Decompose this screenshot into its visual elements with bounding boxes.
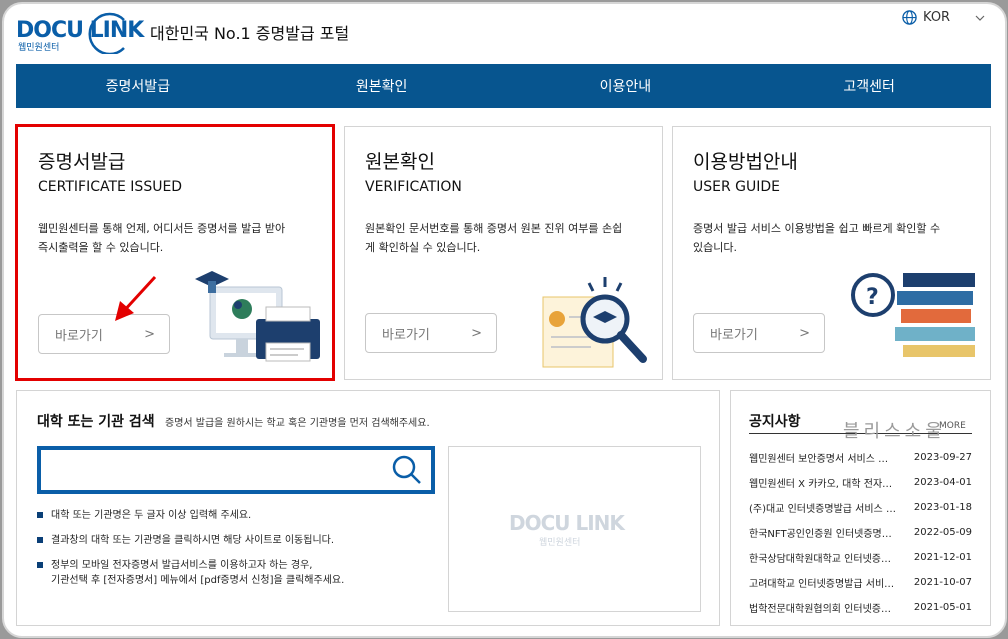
nav-verification[interactable]: 원본확인 [260,64,504,108]
search-box [37,446,435,494]
notice-item[interactable]: 웹민원센터 X 카카오, 대학 전자… 2023-04-01 [749,470,972,495]
goto-label: 바로가기 [710,327,758,343]
notice-item-date: 2023-01-18 [913,502,972,513]
notice-list: 웹민원센터 보안증명서 서비스 … 2023-09-27 웹민원센터 X 카카오,… [749,445,972,620]
bullet-text: 대학 또는 기관명은 두 글자 이상 입력해 주세요. [51,510,252,521]
computer-printer-illustration-icon [195,271,320,362]
search-icon[interactable] [391,454,423,486]
language-selector[interactable]: KOR [902,10,986,25]
list-item: 결과창의 대학 또는 기관명을 클릭하시면 해당 사이트로 이동됩니다. [37,533,437,548]
card-desc-line: 원본확인 문서번호를 통해 증명서 원본 진위 여부를 손쉽 [365,222,623,235]
list-item: 정부의 모바일 전자증명서 발급서비스를 이용하고자 하는 경우, 기관선택 후… [37,558,437,588]
square-bullet-icon [37,512,43,518]
search-title: 대학 또는 기관 검색 [37,414,155,430]
notice-item-title: 고려대학교 인터넷증명발급 서비… [749,579,895,590]
nav-support[interactable]: 고객센터 [747,64,991,108]
card-subtitle: USER GUIDE [693,179,781,195]
logo-subtext: 웹민원센터 [18,43,60,53]
card-subtitle: CERTIFICATE ISSUED [38,179,183,195]
card-description: 웹민원센터를 통해 언제, 어디서든 증명서를 발급 받아 즉시출력을 할 수 … [38,219,328,257]
notice-section: 공지사항 블리스소울 MORE 웹민원센터 보안증명서 서비스 … 2023-09… [730,390,991,626]
notice-item-title: 한국상담대학원대학교 인터넷증… [749,554,891,565]
search-section: 대학 또는 기관 검색 증명서 발급을 원하시는 학교 혹은 기관명을 먼저 검… [16,390,720,626]
notice-item[interactable]: 법학전문대학원협의회 인터넷증… 2021-05-01 [749,595,972,620]
card-subtitle: VERIFICATION [365,179,462,195]
logo[interactable]: DOCU LINK 웹민원센터 [16,12,146,54]
notice-item-title: 법학전문대학원협의회 인터넷증… [749,604,891,615]
card-desc-line: 있습니다. [693,241,737,254]
search-guide-list: 대학 또는 기관명은 두 글자 이상 입력해 주세요. 결과창의 대학 또는 기… [37,508,437,588]
search-hint: 증명서 발급을 원하시는 학교 혹은 기관명을 먼저 검색해주세요. [165,418,430,429]
chevron-down-icon [975,15,985,21]
card-description: 원본확인 문서번호를 통해 증명서 원본 진위 여부를 손쉽 게 확인하실 수 … [365,219,655,257]
bullet-line: 기관선택 후 [전자증명서] 메뉴에서 [pdf증명서 신청]을 클릭해주세요. [51,575,345,586]
notice-item-date: 2021-10-07 [913,577,972,588]
square-bullet-icon [37,562,43,568]
notice-item-title: 웹민원센터 보안증명서 서비스 … [749,454,889,465]
nav-certificate[interactable]: 증명서발급 [16,64,260,108]
card-certificate[interactable]: 증명서발급 CERTIFICATE ISSUED 웹민원센터를 통해 언제, 어… [15,124,335,381]
language-label: KOR [923,10,951,25]
card-desc-line: 즉시출력을 할 수 있습니다. [38,241,164,254]
nav-guide[interactable]: 이용안내 [504,64,748,108]
bullet-line: 정부의 모바일 전자증명서 발급서비스를 이용하고자 하는 경우, [51,560,313,571]
card-title: 원본확인 [365,151,435,173]
globe-icon [902,10,917,25]
goto-arrow: > [799,325,810,341]
goto-label: 바로가기 [55,328,103,344]
search-input[interactable] [47,454,381,488]
notice-title: 공지사항 [749,414,801,430]
goto-button[interactable]: 바로가기 > [365,313,497,353]
svg-text:?: ? [866,285,879,310]
watermark-text: 블리스소울 [843,421,946,442]
goto-button[interactable]: 바로가기 > [693,313,825,353]
bullet-text: 결과창의 대학 또는 기관명을 클릭하시면 해당 사이트로 이동됩니다. [51,535,335,546]
notice-item-title: 한국NFT공인인증원 인터넷증명… [749,529,892,540]
card-verification[interactable]: 원본확인 VERIFICATION 원본확인 문서번호를 통해 증명서 원본 진… [344,126,663,380]
card-desc-line: 게 확인하실 수 있습니다. [365,241,481,254]
card-title: 이용방법안내 [693,151,798,173]
notice-item-date: 2021-12-01 [913,552,972,563]
square-bullet-icon [37,537,43,543]
card-description: 증명서 발급 서비스 이용방법을 쉽고 빠르게 확인할 수 있습니다. [693,219,983,257]
result-logo-text: DOCU LINK [509,511,625,535]
books-question-illustration-icon: ? [851,273,975,357]
card-desc-line: 증명서 발급 서비스 이용방법을 쉽고 빠르게 확인할 수 [693,222,941,235]
browser-frame: DOCU LINK 웹민원센터 대한민국 No.1 증명발급 포털 KOR 증명… [2,2,1007,638]
red-arrow-icon [115,275,157,321]
card-title: 증명서발급 [38,151,126,173]
notice-item[interactable]: 고려대학교 인터넷증명발급 서비… 2021-10-07 [749,570,972,595]
result-logo-subtext: 웹민원센터 [539,538,581,548]
magnifier-certificate-illustration-icon [542,277,647,368]
site-tagline: 대한민국 No.1 증명발급 포털 [150,24,350,43]
notice-item-title: (주)대교 인터넷증명발급 서비스 … [749,504,896,515]
notice-item[interactable]: 한국상담대학원대학교 인터넷증… 2021-12-01 [749,545,972,570]
notice-item[interactable]: 웹민원센터 보안증명서 서비스 … 2023-09-27 [749,445,972,470]
notice-item-date: 2022-05-09 [913,527,972,538]
notice-item-date: 2023-09-27 [913,452,972,463]
notice-item-title: 웹민원센터 X 카카오, 대학 전자… [749,479,893,490]
goto-label: 바로가기 [382,327,430,343]
card-user-guide[interactable]: 이용방법안내 USER GUIDE 증명서 발급 서비스 이용방법을 쉽고 빠르… [672,126,991,380]
search-results-panel: DOCU LINK 웹민원센터 [448,446,701,612]
notice-item[interactable]: 한국NFT공인인증원 인터넷증명… 2022-05-09 [749,520,972,545]
notice-item-date: 2021-05-01 [913,602,972,613]
more-link[interactable]: MORE [939,421,966,431]
list-item: 대학 또는 기관명은 두 글자 이상 입력해 주세요. [37,508,437,523]
notice-item-date: 2023-04-01 [913,477,972,488]
notice-item[interactable]: (주)대교 인터넷증명발급 서비스 … 2023-01-18 [749,495,972,520]
goto-arrow: > [471,325,482,341]
bullet-text: 정부의 모바일 전자증명서 발급서비스를 이용하고자 하는 경우, 기관선택 후… [51,558,344,588]
main-nav: 증명서발급 원본확인 이용안내 고객센터 [16,64,991,108]
card-desc-line: 웹민원센터를 통해 언제, 어디서든 증명서를 발급 받아 [38,222,286,235]
